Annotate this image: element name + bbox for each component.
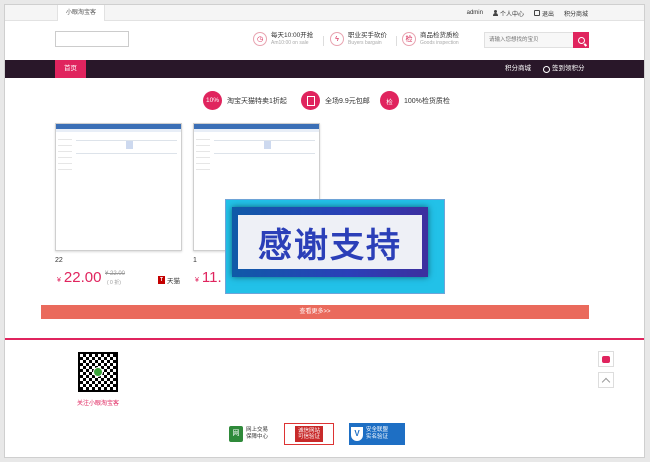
nav-checkin[interactable]: 签到领积分 xyxy=(543,60,585,78)
promo-subtitle: Goods inspection xyxy=(420,40,459,46)
divider xyxy=(323,36,324,46)
original-price: ¥ 22.00 xyxy=(105,271,126,277)
promo-inspection: 检 商品检货质检 Goods inspection xyxy=(402,32,459,46)
discount-info: ( 0 折) xyxy=(107,280,121,286)
footer-divider xyxy=(5,338,644,340)
promo-title: 商品检货质检 xyxy=(420,32,459,39)
feature-label: 淘宝天猫特卖1折起 xyxy=(227,97,287,105)
inspection-icon: 检 xyxy=(380,91,399,110)
thank-you-overlay[interactable]: 感谢支持 xyxy=(225,199,445,294)
logout-link[interactable]: 退出 xyxy=(533,9,554,18)
logout-icon xyxy=(533,10,540,16)
trade-protection-badge[interactable]: 网 网上交易 保障中心 xyxy=(229,423,268,445)
logout-link-label: 退出 xyxy=(541,11,554,18)
overlay-text: 感谢支持 xyxy=(238,215,422,269)
promo-title: 每天10:00开抢 xyxy=(271,32,314,39)
credit-site-badge[interactable]: 诚信网站 可信验证 xyxy=(284,423,334,445)
favorite-button[interactable] xyxy=(598,351,614,367)
badge-line2: 可信验证 xyxy=(297,434,320,440)
price-value: 22.00 xyxy=(63,269,102,286)
top-user-links: admin 个人中心 退出 积分商城 xyxy=(467,5,588,21)
clock-icon: ◷ xyxy=(253,32,267,46)
top-bar: 小眼淘宝客 admin 个人中心 退出 积分商城 xyxy=(5,5,644,21)
search-input[interactable] xyxy=(484,32,574,48)
product-card[interactable]: 22 ¥ 22.00 ¥ 22.00 ( 0 折) T 天猫 xyxy=(55,123,182,298)
logo[interactable] xyxy=(55,31,129,47)
profile-link-label: 个人中心 xyxy=(499,11,524,18)
product-title[interactable]: 1 xyxy=(193,257,197,264)
badge-line2: 实名验证 xyxy=(366,434,389,440)
chevron-up-icon xyxy=(601,377,611,386)
checkin-icon xyxy=(543,65,550,73)
tmall-badge[interactable]: T 天猫 xyxy=(158,275,180,285)
product-price: ¥ 11. xyxy=(195,269,222,286)
currency-symbol: ¥ xyxy=(57,277,61,284)
promo-title: 职业买手砍价 xyxy=(348,32,387,39)
username[interactable]: admin xyxy=(467,10,483,16)
promo-subtitle: Am10:00 on sale xyxy=(271,40,309,46)
back-to-top-button[interactable] xyxy=(598,372,614,388)
product-image[interactable] xyxy=(55,123,182,251)
product-price: ¥ 22.00 xyxy=(57,269,101,286)
badge-line1: 网上交易 xyxy=(246,427,269,433)
qr-caption: 关注小眼淘宝客 xyxy=(76,401,119,407)
promo-bargain: ϟ 职业买手砍价 Buyers bargain xyxy=(330,32,387,46)
points-mall-top-link[interactable]: 积分商城 xyxy=(564,9,588,18)
tmall-icon: T xyxy=(158,276,165,284)
feature-discount: 10% 淘宝天猫特卖1折起 xyxy=(203,91,287,110)
nav-points-mall[interactable]: 积分商城 xyxy=(505,60,531,78)
price-value: 11. xyxy=(201,269,222,286)
security-alliance-badge[interactable]: V 安全联盟 实名验证 xyxy=(349,423,405,445)
badge-line1: 安全联盟 xyxy=(366,427,389,433)
promo-subtitle: Buyers bargain xyxy=(348,40,382,46)
promo-flash-sale: ◷ 每天10:00开抢 Am10:00 on sale xyxy=(253,32,313,46)
inspection-icon: 检 xyxy=(402,32,416,46)
feature-label: 100%检货质检 xyxy=(404,97,450,105)
lightning-icon: ϟ xyxy=(330,32,344,46)
divider xyxy=(396,36,397,46)
nav-home[interactable]: 首页 xyxy=(55,60,86,78)
feature-label: 全场9.9元包邮 xyxy=(325,97,370,105)
platform-label: 天猫 xyxy=(167,278,180,285)
profile-link[interactable]: 个人中心 xyxy=(492,9,524,18)
load-more-button[interactable]: 查看更多>> xyxy=(41,305,589,319)
package-icon xyxy=(301,91,320,110)
overlay-frame: 感谢支持 xyxy=(232,207,428,277)
page-frame: 小眼淘宝客 admin 个人中心 退出 积分商城 ◷ 每天10:00开抢 Am1… xyxy=(4,4,645,458)
person-icon xyxy=(492,10,498,16)
shield-icon: 网 xyxy=(229,426,243,442)
currency-symbol: ¥ xyxy=(195,277,199,284)
search-button[interactable] xyxy=(573,32,589,48)
badge-line2: 保障中心 xyxy=(246,434,269,440)
feature-inspection: 检 100%检货质检 xyxy=(380,91,450,110)
discount-icon: 10% xyxy=(203,91,222,110)
nav-checkin-label: 签到领积分 xyxy=(552,65,585,72)
heart-icon xyxy=(602,355,610,363)
product-title[interactable]: 22 xyxy=(55,257,63,264)
search-icon xyxy=(577,36,585,44)
verified-shield-icon: V xyxy=(351,427,363,441)
site-name-tab[interactable]: 小眼淘宝客 xyxy=(57,5,106,21)
qr-logo-icon xyxy=(93,367,103,377)
main-nav: 首页 积分商城 签到领积分 xyxy=(5,60,644,78)
feature-free-shipping: 全场9.9元包邮 xyxy=(301,91,370,110)
